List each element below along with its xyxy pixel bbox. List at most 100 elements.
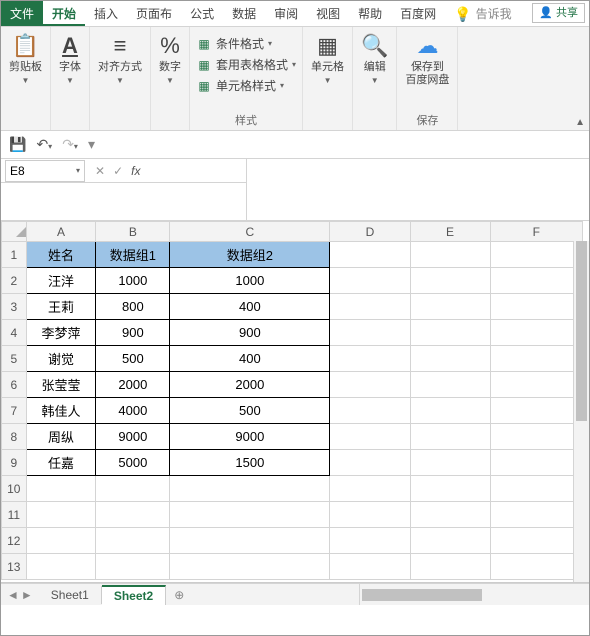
undo-button[interactable]: ↶▾: [36, 136, 52, 153]
cell[interactable]: [330, 476, 410, 502]
paste-button[interactable]: 📋 剪贴板 ▼: [7, 31, 44, 87]
cell[interactable]: 2000: [96, 372, 170, 398]
row-header[interactable]: 10: [2, 476, 27, 502]
cell[interactable]: [490, 450, 582, 476]
cell[interactable]: 王莉: [26, 294, 96, 320]
cell[interactable]: [410, 346, 490, 372]
cell[interactable]: [330, 450, 410, 476]
cell[interactable]: 谢觉: [26, 346, 96, 372]
cell[interactable]: [410, 476, 490, 502]
cell[interactable]: [330, 398, 410, 424]
cell[interactable]: 900: [96, 320, 170, 346]
cell[interactable]: [410, 320, 490, 346]
cell[interactable]: 数据组2: [170, 242, 330, 268]
sheet-nav-next[interactable]: ►: [21, 588, 33, 602]
tab-review[interactable]: 审阅: [265, 1, 307, 26]
qat-customize[interactable]: ▾: [88, 136, 95, 153]
cell[interactable]: [490, 242, 582, 268]
cell[interactable]: [96, 502, 170, 528]
row-header[interactable]: 6: [2, 372, 27, 398]
cell[interactable]: 5000: [96, 450, 170, 476]
cell[interactable]: 400: [170, 294, 330, 320]
cell[interactable]: [490, 502, 582, 528]
align-button[interactable]: ≡ 对齐方式 ▼: [96, 31, 144, 87]
row-header[interactable]: 12: [2, 528, 27, 554]
row-header[interactable]: 3: [2, 294, 27, 320]
select-all-corner[interactable]: [2, 222, 27, 242]
cell[interactable]: [330, 528, 410, 554]
add-sheet-button[interactable]: ⊕: [166, 588, 192, 602]
cell[interactable]: 2000: [170, 372, 330, 398]
cell[interactable]: [330, 424, 410, 450]
redo-button[interactable]: ↷▾: [62, 136, 78, 153]
cell-style-button[interactable]: ▦ 单元格样式 ▾: [196, 77, 284, 94]
horizontal-scrollbar[interactable]: [359, 584, 589, 605]
cell[interactable]: [490, 528, 582, 554]
editing-button[interactable]: 🔍 编辑 ▼: [359, 31, 390, 87]
cell[interactable]: [330, 242, 410, 268]
sheet-tab-1[interactable]: Sheet1: [39, 586, 102, 604]
cell[interactable]: [330, 268, 410, 294]
cell[interactable]: 9000: [96, 424, 170, 450]
cell[interactable]: [410, 372, 490, 398]
tab-insert[interactable]: 插入: [85, 1, 127, 26]
col-header-C[interactable]: C: [170, 222, 330, 242]
row-header[interactable]: 8: [2, 424, 27, 450]
cell[interactable]: [410, 502, 490, 528]
cell[interactable]: [410, 268, 490, 294]
cell[interactable]: [330, 372, 410, 398]
save-icon[interactable]: 💾: [9, 136, 26, 153]
tell-me[interactable]: 💡 告诉我: [445, 1, 520, 26]
cell[interactable]: [330, 554, 410, 580]
cells-button[interactable]: ▦ 单元格 ▼: [309, 31, 346, 87]
cell[interactable]: 韩佳人: [26, 398, 96, 424]
cell[interactable]: [330, 502, 410, 528]
cell[interactable]: [26, 476, 96, 502]
row-header[interactable]: 11: [2, 502, 27, 528]
col-header-F[interactable]: F: [490, 222, 582, 242]
cell[interactable]: [26, 554, 96, 580]
cell[interactable]: [490, 476, 582, 502]
tab-data[interactable]: 数据: [223, 1, 265, 26]
font-button[interactable]: A 字体 ▼: [57, 31, 83, 87]
cell[interactable]: [490, 398, 582, 424]
tab-formulas[interactable]: 公式: [181, 1, 223, 26]
name-box[interactable]: E8 ▾: [5, 160, 85, 182]
tab-help[interactable]: 帮助: [349, 1, 391, 26]
cell[interactable]: [170, 502, 330, 528]
cell[interactable]: 500: [170, 398, 330, 424]
cell[interactable]: [490, 372, 582, 398]
number-button[interactable]: % 数字 ▼: [157, 31, 183, 87]
cell[interactable]: [490, 346, 582, 372]
cell[interactable]: 任嘉: [26, 450, 96, 476]
cell[interactable]: 4000: [96, 398, 170, 424]
cell[interactable]: 汪洋: [26, 268, 96, 294]
cell[interactable]: [490, 320, 582, 346]
cell[interactable]: [96, 554, 170, 580]
cell[interactable]: [490, 294, 582, 320]
row-header[interactable]: 7: [2, 398, 27, 424]
tab-file[interactable]: 文件: [1, 1, 43, 26]
cell[interactable]: 800: [96, 294, 170, 320]
row-header[interactable]: 4: [2, 320, 27, 346]
cell[interactable]: [26, 528, 96, 554]
table-format-button[interactable]: ▦ 套用表格格式 ▾: [196, 56, 296, 73]
confirm-icon[interactable]: ✓: [113, 164, 123, 178]
cell[interactable]: [96, 528, 170, 554]
row-header[interactable]: 2: [2, 268, 27, 294]
row-header[interactable]: 9: [2, 450, 27, 476]
collapse-ribbon-button[interactable]: ▲: [575, 117, 585, 128]
cell[interactable]: 周纵: [26, 424, 96, 450]
cell[interactable]: [410, 554, 490, 580]
cancel-icon[interactable]: ✕: [95, 164, 105, 178]
cell[interactable]: [330, 346, 410, 372]
cell[interactable]: [410, 528, 490, 554]
save-baidu-button[interactable]: ☁ 保存到 百度网盘: [403, 31, 451, 89]
cell[interactable]: 姓名: [26, 242, 96, 268]
cell[interactable]: 9000: [170, 424, 330, 450]
cell[interactable]: [410, 294, 490, 320]
cell[interactable]: [170, 476, 330, 502]
cell[interactable]: 900: [170, 320, 330, 346]
cell[interactable]: [490, 424, 582, 450]
col-header-A[interactable]: A: [26, 222, 96, 242]
